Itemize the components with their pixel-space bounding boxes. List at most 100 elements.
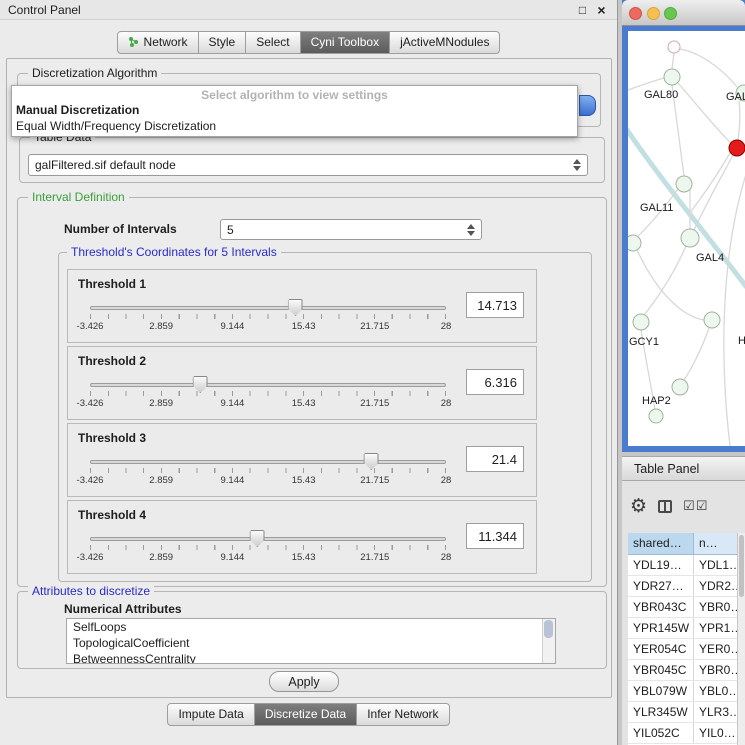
table-row[interactable]: YPR145WYPR1…	[628, 618, 737, 639]
apply-button[interactable]: Apply	[269, 671, 339, 692]
scale-label: 28	[441, 321, 452, 332]
network-node[interactable]	[676, 176, 692, 192]
numerical-attributes-label: Numerical Attributes	[64, 602, 182, 616]
scale-label: 28	[441, 475, 452, 486]
combobox-arrows-icon	[567, 159, 581, 171]
list-item[interactable]: SelfLoops	[67, 619, 555, 635]
table-row[interactable]: YBL079WYBL0…	[628, 681, 737, 702]
cell: YIL0…	[694, 723, 737, 743]
threshold-value-field[interactable]: 14.713	[466, 292, 524, 318]
cell: YBR0…	[694, 660, 737, 680]
network-node[interactable]	[664, 69, 680, 85]
tab-label: Network	[144, 35, 188, 49]
network-node[interactable]	[633, 314, 649, 330]
list-item[interactable]: BetweennessCentrality	[67, 651, 555, 664]
combobox-arrows-icon	[461, 224, 475, 236]
slider-ticks	[90, 314, 446, 319]
table-panel-header: Table Panel	[622, 456, 745, 481]
network-node[interactable]	[704, 312, 720, 328]
dropdown-option-equal-width[interactable]: Equal Width/Frequency Discretization	[12, 118, 577, 134]
algorithm-combo-stepper[interactable]	[579, 95, 596, 116]
table-data-group: Table Data galFiltered.sif default node	[19, 137, 605, 183]
scale-label: 15.43	[292, 321, 316, 332]
node-label: GAL11	[640, 202, 673, 214]
tab-select[interactable]: Select	[246, 31, 300, 54]
threshold-value-field[interactable]: 6.316	[466, 369, 524, 395]
cyni-bottom-tabbar: Impute Data Discretize Data Infer Networ…	[0, 703, 617, 726]
cell: YER0…	[694, 639, 737, 659]
threshold-3-slider[interactable]: -3.426 2.859 9.144 15.43 21.715 28	[90, 452, 446, 494]
network-node[interactable]	[672, 379, 688, 395]
node-label: GAL4	[696, 252, 724, 264]
tab-network[interactable]: Network	[117, 31, 199, 54]
cyni-toolbox-panel: Discretization Algorithm Select algorith…	[6, 58, 612, 698]
threshold-1-slider[interactable]: -3.426 2.859 9.144 15.43 21.715 28	[90, 298, 446, 340]
slider-track[interactable]	[90, 460, 446, 464]
slider-scale: -3.426 2.859 9.144 15.43 21.715 28	[90, 552, 446, 564]
threshold-value-field[interactable]: 11.344	[466, 523, 524, 549]
cell: YLR3…	[694, 702, 737, 722]
dropdown-option-manual[interactable]: Manual Discretization	[12, 102, 577, 118]
network-node-selected[interactable]	[729, 140, 745, 156]
columns-icon[interactable]	[658, 500, 672, 513]
scale-label: 28	[441, 398, 452, 409]
threshold-value-field[interactable]: 21.4	[466, 446, 524, 472]
numerical-attributes-list[interactable]: SelfLoops TopologicalCoefficient Between…	[66, 618, 556, 664]
tab-discretize-data[interactable]: Discretize Data	[255, 703, 357, 726]
tab-style[interactable]: Style	[199, 31, 247, 54]
cell: YDR27…	[628, 576, 694, 596]
gear-icon[interactable]: ⚙	[630, 497, 647, 516]
scrollbar-thumb[interactable]	[739, 535, 744, 597]
table-row[interactable]: YLR345WYLR3…	[628, 702, 737, 723]
slider-track[interactable]	[90, 306, 446, 310]
slider-track[interactable]	[90, 537, 446, 541]
column-header-shared-name[interactable]: shared…	[628, 533, 694, 555]
table-row[interactable]: YDL19…YDL1…	[628, 555, 737, 576]
list-scrollbar[interactable]	[542, 619, 555, 663]
table-row[interactable]: YER054CYER0…	[628, 639, 737, 660]
algorithm-dropdown-popup: Select algorithm to view settings Manual…	[11, 85, 578, 137]
close-window-icon[interactable]: ×	[594, 2, 609, 18]
tab-impute-data[interactable]: Impute Data	[167, 703, 254, 726]
list-item[interactable]: TopologicalCoefficient	[67, 635, 555, 651]
table-row[interactable]: YBR045CYBR0…	[628, 660, 737, 681]
tab-label: Infer Network	[367, 707, 438, 721]
number-of-intervals-combobox[interactable]: 5	[220, 219, 482, 240]
combobox-value: galFiltered.sif default node	[35, 158, 176, 172]
tab-label: Select	[256, 35, 289, 49]
float-window-icon[interactable]: □	[575, 3, 590, 17]
close-traffic-light[interactable]	[629, 7, 642, 20]
node-label: GAL	[726, 91, 745, 103]
select-columns-icon[interactable]: ☑☑	[683, 499, 708, 514]
threshold-4-slider[interactable]: -3.426 2.859 9.144 15.43 21.715 28	[90, 529, 446, 571]
table-row[interactable]: YDR27…YDR2…	[628, 576, 737, 597]
node-attribute-table: shared… n… YDL19…YDL1… YDR27…YDR2… YBR04…	[628, 533, 737, 745]
network-canvas[interactable]: GAL80 GAL GAL11 GAL4 GCY1 H HAP2	[628, 31, 745, 446]
tab-infer-network[interactable]: Infer Network	[357, 703, 449, 726]
zoom-traffic-light[interactable]	[664, 7, 677, 20]
network-node[interactable]	[628, 235, 641, 251]
table-data-combobox[interactable]: galFiltered.sif default node	[28, 154, 588, 176]
combobox-value: 5	[227, 223, 234, 237]
network-node[interactable]	[681, 229, 699, 247]
table-row[interactable]: YIL052CYIL0…	[628, 723, 737, 744]
network-node[interactable]	[649, 409, 663, 423]
scale-label: 9.144	[221, 321, 245, 332]
control-panel-window: Control Panel □ × Network Style Select C…	[0, 0, 618, 745]
minimize-traffic-light[interactable]	[647, 7, 660, 20]
tab-label: Style	[209, 35, 236, 49]
slider-ticks	[90, 468, 446, 473]
table-row[interactable]: YBR043CYBR0…	[628, 597, 737, 618]
tab-jactivemodules[interactable]: jActiveMNodules	[390, 31, 500, 54]
network-window-titlebar	[622, 0, 745, 26]
slider-track[interactable]	[90, 383, 446, 387]
window-title: Control Panel	[8, 3, 571, 17]
slider-ticks	[90, 545, 446, 550]
tab-cyni-toolbox[interactable]: Cyni Toolbox	[301, 31, 390, 54]
table-panel: ⚙ ☑☑ shared… n… YDL19…YDL1… YDR27…YDR2… …	[622, 481, 745, 745]
network-node[interactable]	[668, 41, 680, 53]
table-scrollbar[interactable]	[737, 533, 745, 745]
threshold-2-slider[interactable]: -3.426 2.859 9.144 15.43 21.715 28	[90, 375, 446, 417]
column-header-name[interactable]: n…	[694, 533, 737, 555]
scrollbar-thumb[interactable]	[544, 620, 553, 638]
